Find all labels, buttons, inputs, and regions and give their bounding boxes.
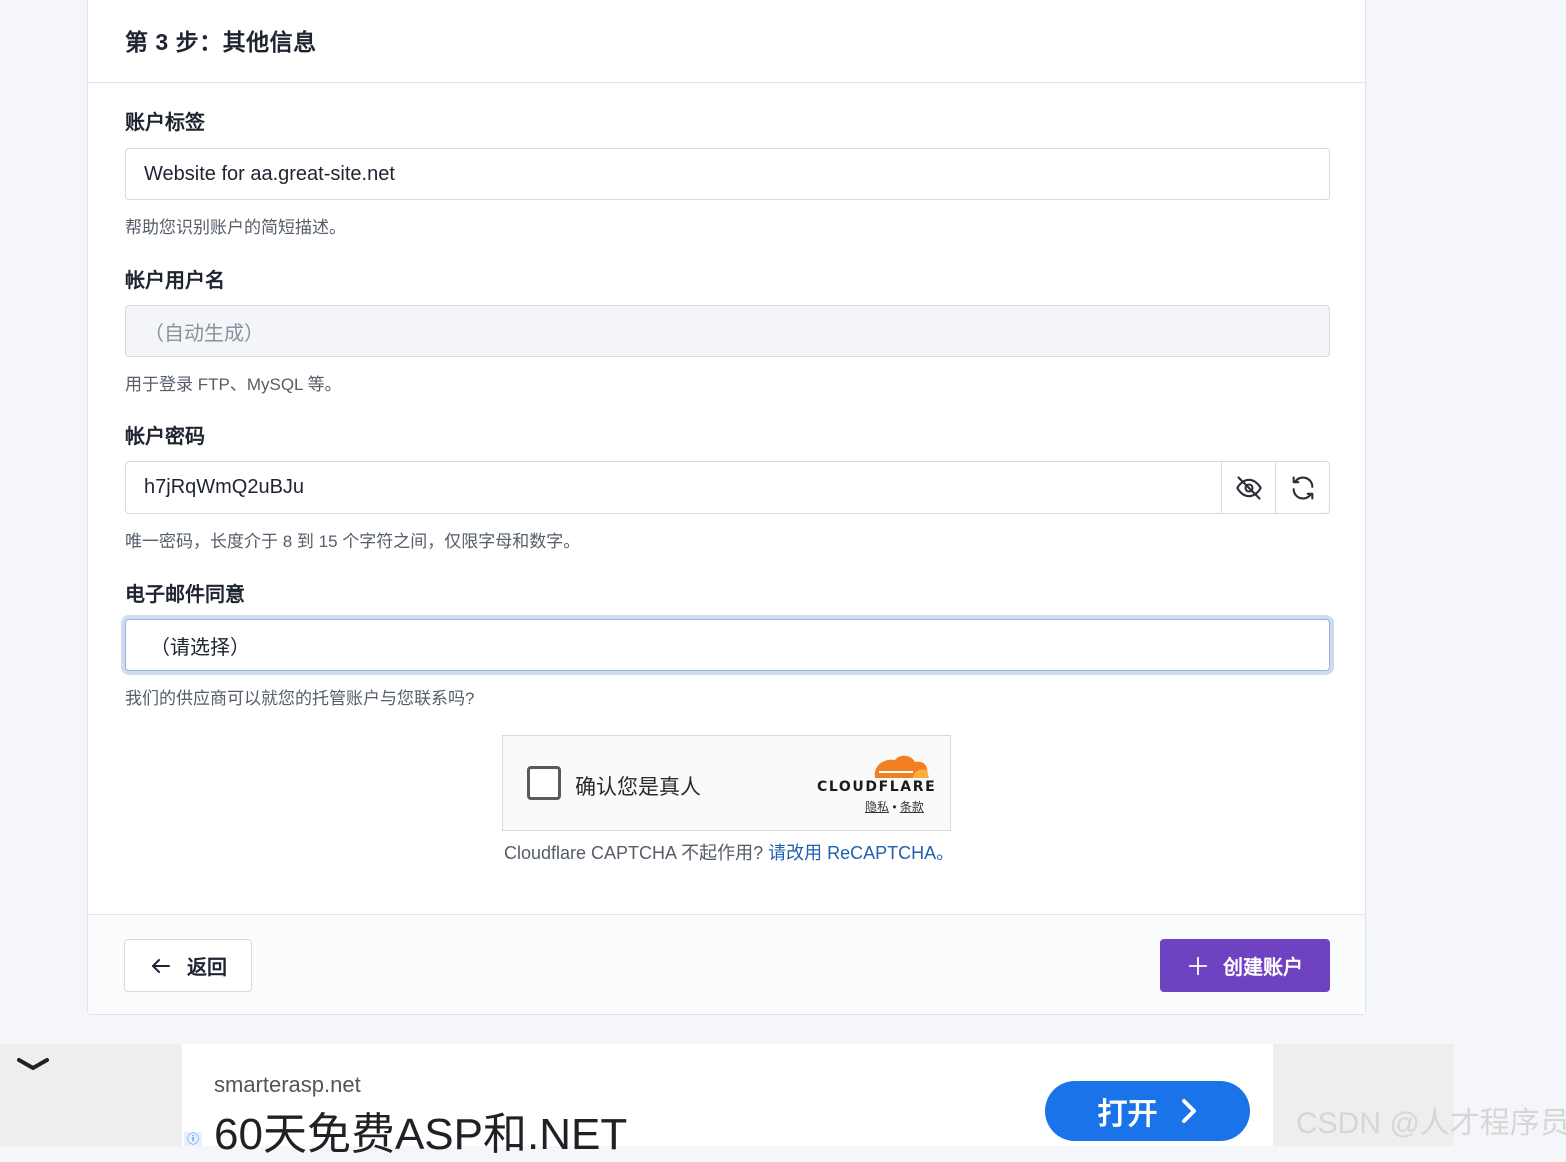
- account-username-help: 用于登录 FTP、MySQL 等。: [125, 375, 342, 394]
- email-consent-heading: 电子邮件同意: [125, 584, 245, 606]
- privacy-link[interactable]: 隐私: [865, 800, 889, 814]
- arrow-left-icon: [152, 958, 170, 973]
- account-label-heading: 账户标签: [125, 112, 205, 134]
- cloudflare-logo-icon: [874, 755, 929, 778]
- back-button-label: 返回: [187, 957, 227, 979]
- back-button[interactable]: 返回: [124, 939, 252, 992]
- account-label-input[interactable]: Website for aa.great-site.net: [125, 148, 1330, 200]
- captcha-note: Cloudflare CAPTCHA 不起作用? 请改用 ReCAPTCHA。: [504, 839, 954, 865]
- account-password-input[interactable]: h7jRqWmQ2uBJu: [126, 462, 1221, 513]
- chevron-down-icon[interactable]: [16, 1054, 50, 1074]
- ad-banner[interactable]: smarterasp.net 60天免费ASP和.NET ⓘ 打开: [182, 1044, 1273, 1159]
- ad-headline[interactable]: 60天免费ASP和.NET: [214, 1098, 627, 1162]
- captcha-checkbox[interactable]: [527, 766, 561, 800]
- create-account-label: 创建账户: [1223, 957, 1303, 979]
- ad-left-panel: [0, 1044, 182, 1146]
- cloudflare-brand: CLOUDFLARE: [817, 779, 937, 795]
- account-username-heading: 帐户用户名: [125, 270, 225, 292]
- chevron-right-icon: [1181, 1099, 1196, 1123]
- ad-info-icon[interactable]: ⓘ: [184, 1132, 202, 1146]
- ad-domain: smarterasp.net: [214, 1072, 361, 1097]
- cloudflare-captcha-widget: 确认您是真人 CLOUDFLARE 隐私 • 条款: [502, 735, 951, 831]
- account-form-card: 第 3 步：其他信息 账户标签 Website for aa.great-sit…: [87, 0, 1366, 1015]
- create-account-button[interactable]: 创建账户: [1160, 939, 1330, 992]
- refresh-icon: [1292, 475, 1313, 500]
- account-label-help: 帮助您识别账户的简短描述。: [125, 218, 346, 237]
- toggle-password-button[interactable]: [1221, 462, 1275, 513]
- plus-icon: [1188, 956, 1208, 975]
- use-recaptcha-link[interactable]: 请改用 ReCAPTCHA。: [768, 843, 954, 863]
- card-header: 第 3 步：其他信息: [88, 0, 1365, 83]
- account-password-help: 唯一密码，长度介于 8 到 15 个字符之间，仅限字母和数字。: [125, 532, 581, 551]
- link-separator: •: [892, 800, 897, 814]
- email-consent-select[interactable]: （请选择）: [125, 619, 1330, 671]
- ad-open-label: 打开: [1097, 1098, 1158, 1131]
- terms-link[interactable]: 条款: [900, 800, 924, 814]
- account-username-input: （自动生成）: [125, 305, 1330, 357]
- account-password-group: h7jRqWmQ2uBJu: [125, 461, 1330, 514]
- watermark: CSDN @人才程序员: [1296, 1107, 1566, 1140]
- step-title: 第 3 步：其他信息: [125, 29, 317, 55]
- eye-slash-icon: [1235, 475, 1262, 500]
- card-footer: 返回 创建账户: [88, 914, 1365, 1014]
- ad-open-button[interactable]: 打开: [1045, 1081, 1250, 1141]
- email-consent-help: 我们的供应商可以就您的托管账户与您联系吗?: [125, 689, 475, 708]
- account-password-heading: 帐户密码: [125, 426, 205, 448]
- captcha-checkbox-label: 确认您是真人: [575, 776, 701, 799]
- captcha-note-text: Cloudflare CAPTCHA 不起作用?: [504, 843, 764, 863]
- regenerate-password-button[interactable]: [1275, 462, 1329, 513]
- cloudflare-links: 隐私 • 条款: [865, 798, 924, 815]
